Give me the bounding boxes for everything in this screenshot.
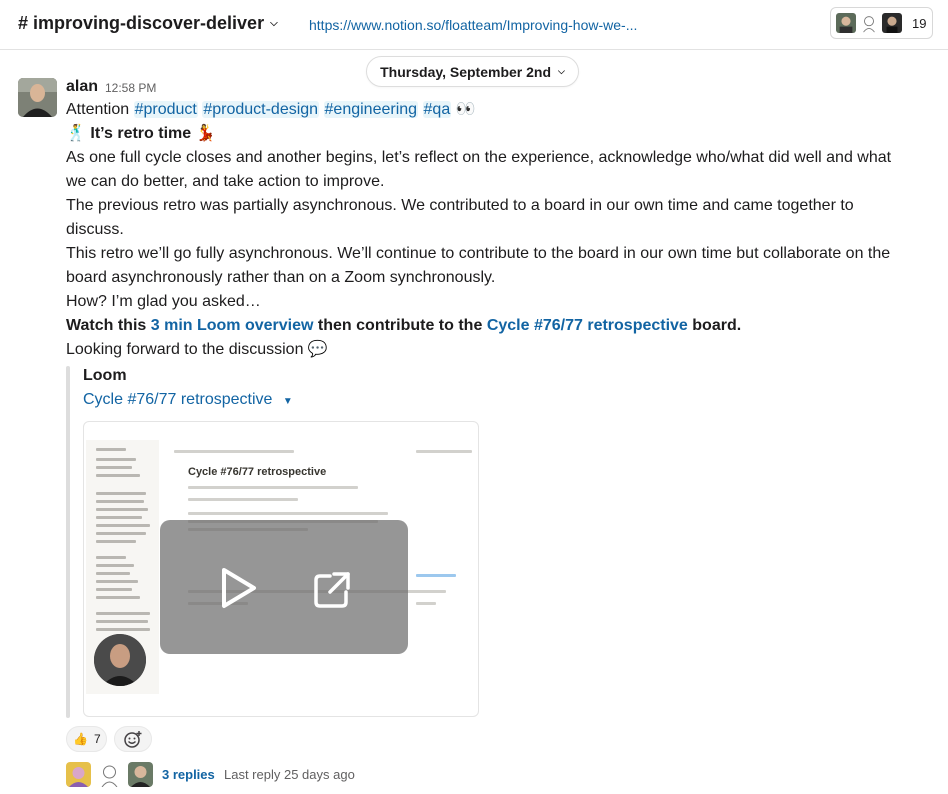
channel-header: # improving-discover-deliver ⌵ https://w…	[0, 0, 948, 50]
avatar	[835, 12, 857, 34]
channel-tag-product[interactable]: #product	[133, 101, 198, 118]
message-text: How? I’m glad you asked…	[66, 293, 261, 310]
message-text: we can do better, and take action to imp…	[66, 173, 385, 190]
message-text: discuss.	[66, 221, 124, 238]
sender-name[interactable]: alan	[66, 78, 98, 96]
add-emoji-icon	[124, 731, 142, 748]
external-link-icon[interactable]	[310, 568, 354, 612]
watch-mid: then contribute to the	[317, 317, 483, 334]
message-line-retro: 🕺 It’s retro time 💃	[66, 122, 216, 146]
channel-tag-qa[interactable]: #qa	[422, 101, 452, 118]
attachment-bar	[66, 366, 70, 718]
message-text: This retro we’ll go fully asynchronous. …	[66, 245, 891, 262]
avatar	[881, 12, 903, 34]
retro-heading: It’s retro time	[90, 125, 192, 142]
dancer-woman-icon: 💃	[195, 125, 216, 142]
attention-text: Attention	[66, 101, 130, 118]
date-label: Thursday, September 2nd	[380, 63, 552, 80]
reaction-count: 7	[93, 732, 101, 746]
last-reply-text: Last reply 25 days ago	[224, 767, 355, 782]
closing-text: Looking forward to the discussion	[66, 341, 304, 358]
chevron-down-icon: ⌵	[270, 18, 278, 29]
channel-tag-engineering[interactable]: #engineering	[323, 101, 419, 118]
retrospective-board-link[interactable]: Cycle #76/77 retrospective	[487, 317, 688, 334]
message-text: The previous retro was partially asynchr…	[66, 197, 854, 214]
channel-name: # improving-discover-deliver	[18, 13, 265, 33]
speech-bubble-icon: 💬	[307, 341, 328, 358]
channel-bookmark-link[interactable]: https://www.notion.so/floatteam/Improvin…	[309, 17, 637, 33]
date-divider-button[interactable]: Thursday, September 2nd ⌵	[366, 56, 579, 87]
thread-replies-link[interactable]: 3 replies	[162, 767, 215, 782]
member-count: 19	[912, 15, 927, 31]
reaction-thumbs-up[interactable]: 👍 7	[66, 726, 107, 752]
thumbs-up-icon: 👍	[73, 732, 88, 746]
attachment-title-link[interactable]: Cycle #76/77 retrospective ▼	[83, 391, 293, 409]
avatar	[858, 12, 880, 34]
message-line-closing: Looking forward to the discussion 💬	[66, 338, 328, 362]
avatar	[66, 762, 91, 787]
channel-tag-product-design[interactable]: #product-design	[202, 101, 320, 118]
caret-down-icon: ▼	[282, 396, 293, 407]
attachment-source: Loom	[83, 367, 127, 384]
video-preview[interactable]: Cycle #76/77 retrospective	[83, 421, 479, 717]
loom-overview-link[interactable]: 3 min Loom overview	[151, 317, 314, 334]
presenter-camera	[94, 634, 146, 686]
watch-prefix: Watch this	[66, 317, 147, 334]
avatar	[128, 762, 153, 787]
message-text: board asynchronously rather than on a Zo…	[66, 269, 496, 286]
dancer-man-icon: 🕺	[66, 125, 86, 142]
eyes-icon: 👀	[455, 101, 476, 118]
chevron-down-icon: ⌵	[558, 66, 565, 76]
message-line-watch: Watch this 3 min Loom overview then cont…	[66, 314, 741, 338]
add-reaction-button[interactable]	[114, 726, 152, 752]
message-timestamp[interactable]: 12:58 PM	[105, 81, 156, 95]
thumbnail-heading: Cycle #76/77 retrospective	[188, 466, 327, 478]
message-text: As one full cycle closes and another beg…	[66, 149, 892, 166]
attachment-title: Cycle #76/77 retrospective	[83, 391, 273, 408]
message-line-attention: Attention #product #product-design #engi…	[66, 98, 476, 122]
watch-suffix: board.	[692, 317, 742, 334]
video-thumbnail: Cycle #76/77 retrospective	[86, 440, 478, 694]
avatar[interactable]	[18, 78, 57, 117]
video-overlay	[160, 520, 408, 654]
member-list-button[interactable]: 19	[830, 7, 933, 39]
play-icon[interactable]	[212, 564, 260, 612]
avatar	[97, 762, 122, 787]
channel-name-button[interactable]: # improving-discover-deliver ⌵	[18, 13, 278, 34]
